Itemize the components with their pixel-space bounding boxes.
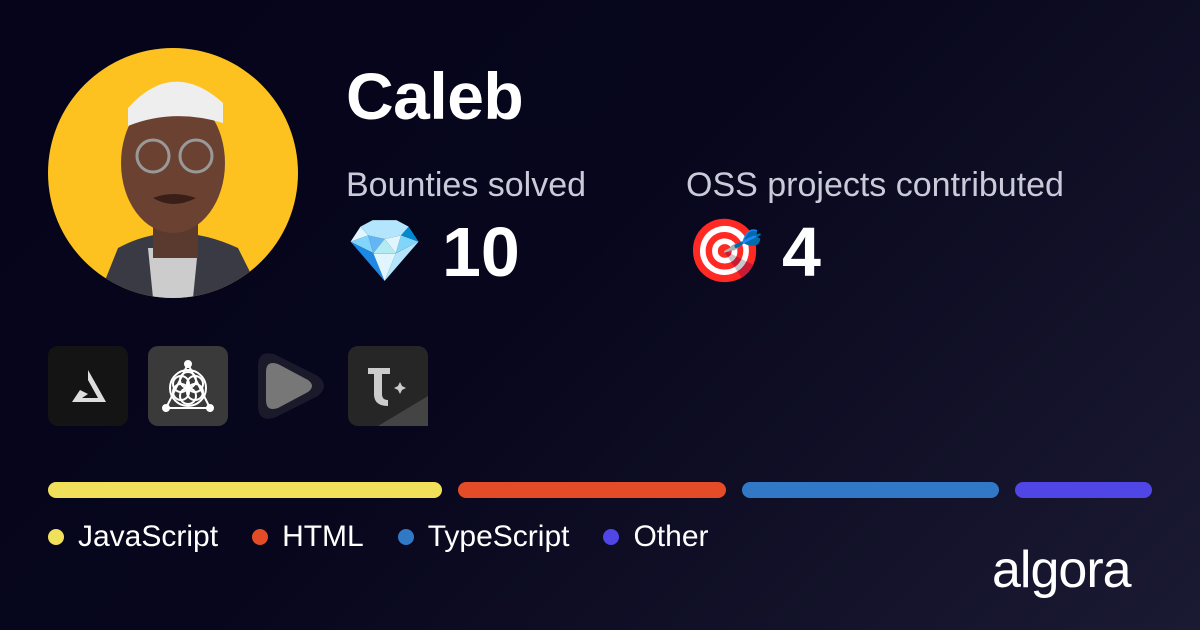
- algora-logo: algora: [992, 541, 1132, 599]
- legend-item: JavaScript: [48, 520, 218, 554]
- org-flower-of-life-logo[interactable]: [148, 346, 228, 426]
- legend-dot: [603, 529, 620, 545]
- legend-label: HTML: [282, 520, 364, 553]
- stat-value: 4: [782, 213, 821, 291]
- stat-label: OSS projects contributed: [686, 166, 1064, 204]
- target-icon: 🎯: [686, 217, 764, 286]
- avatar: [48, 48, 298, 298]
- language-bar-segment: [1014, 482, 1152, 498]
- language-bar-segment: [742, 482, 999, 498]
- stat-value: 10: [442, 213, 520, 291]
- org-play-logo[interactable]: [248, 346, 328, 426]
- org-t-sparkle-logo[interactable]: [348, 346, 428, 426]
- legend-item: TypeScript: [397, 520, 570, 554]
- language-bar-segment: [48, 482, 442, 498]
- language-legend: JavaScript HTML TypeScript Other: [48, 520, 709, 554]
- legend-label: Other: [633, 520, 709, 553]
- stat-projects: OSS projects contributed 🎯 4: [686, 166, 1064, 287]
- org-triangle-logo[interactable]: [48, 346, 128, 426]
- gem-icon: 💎: [346, 217, 424, 286]
- stat-bounties: Bounties solved 💎 10: [346, 166, 586, 287]
- user-name: Caleb: [346, 59, 524, 133]
- legend-item: HTML: [252, 520, 364, 554]
- legend-dot: [397, 529, 414, 545]
- org-list: [48, 346, 428, 426]
- legend-label: TypeScript: [427, 520, 570, 553]
- legend-dot: [48, 529, 64, 545]
- language-bar: [48, 482, 1152, 498]
- legend-dot: [252, 529, 269, 545]
- legend-label: JavaScript: [78, 520, 219, 553]
- stat-label: Bounties solved: [346, 166, 587, 204]
- legend-item: Other: [603, 520, 709, 554]
- language-bar-segment: [457, 482, 727, 498]
